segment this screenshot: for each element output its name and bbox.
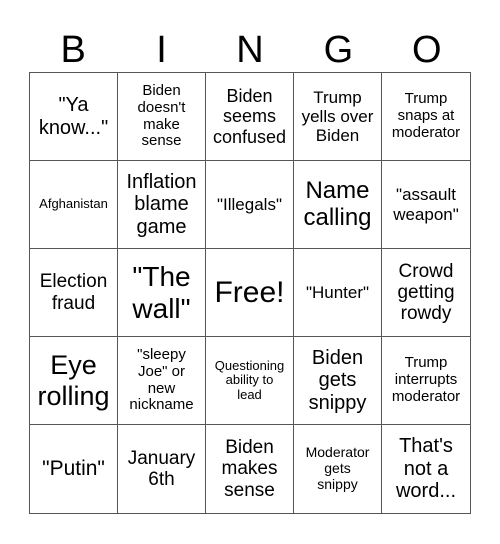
bingo-cell[interactable]: Biden gets snippy <box>294 337 382 425</box>
cell-text: "sleepy Joe" or new nickname <box>129 345 194 414</box>
cell-text: Free! <box>214 275 285 309</box>
bingo-cell[interactable]: "Ya know..." <box>30 73 118 161</box>
bingo-cell[interactable]: Trump interrupts moderator <box>382 337 470 425</box>
bingo-cell[interactable]: "Hunter" <box>294 249 382 337</box>
free-space-cell[interactable]: Free! <box>206 249 294 337</box>
cell-text: "Hunter" <box>305 282 370 302</box>
bingo-cell[interactable]: "Illegals" <box>206 161 294 249</box>
cell-text: Eye rolling <box>37 350 110 411</box>
bingo-cell[interactable]: Election fraud <box>30 249 118 337</box>
bingo-cell[interactable]: "Putin" <box>30 425 118 513</box>
cell-text: That's not a word... <box>395 435 457 503</box>
cell-text: Election fraud <box>39 271 108 314</box>
bingo-cell[interactable]: Eye rolling <box>30 337 118 425</box>
header-letter-g: G <box>323 29 354 71</box>
bingo-cell[interactable]: Biden doesn't make sense <box>118 73 206 161</box>
bingo-header: B I N G O <box>29 28 471 72</box>
bingo-cell[interactable]: "The wall" <box>118 249 206 337</box>
cell-text: Inflation blame game <box>126 170 197 238</box>
bingo-cell[interactable]: January 6th <box>118 425 206 513</box>
bingo-cell[interactable]: Name calling <box>294 161 382 249</box>
cell-text: Trump yells over Biden <box>301 87 374 146</box>
cell-text: Trump interrupts moderator <box>391 354 461 405</box>
cell-text: Trump snaps at moderator <box>391 90 461 141</box>
bingo-cell[interactable]: Biden makes sense <box>206 425 294 513</box>
cell-text: Crowd getting rowdy <box>397 260 455 325</box>
bingo-cell[interactable]: Questioning ability to lead <box>206 337 294 425</box>
bingo-cell[interactable]: Moderator gets snippy <box>294 425 382 513</box>
header-letter-o: O <box>411 29 442 71</box>
cell-text: Name calling <box>303 176 372 231</box>
bingo-cell[interactable]: Afghanistan <box>30 161 118 249</box>
cell-text: "assault weapon" <box>393 185 459 224</box>
bingo-board: "Ya know..." Biden doesn't make sense Bi… <box>29 72 471 514</box>
cell-text: Afghanistan <box>39 196 108 212</box>
bingo-cell[interactable]: That's not a word... <box>382 425 470 513</box>
bingo-cell[interactable]: Crowd getting rowdy <box>382 249 470 337</box>
cell-text: "Putin" <box>42 457 105 481</box>
bingo-cell[interactable]: Trump snaps at moderator <box>382 73 470 161</box>
bingo-cell[interactable]: "assault weapon" <box>382 161 470 249</box>
cell-text: Biden gets snippy <box>308 346 367 414</box>
cell-text: Biden seems confused <box>212 86 287 147</box>
bingo-cell[interactable]: Biden seems confused <box>206 73 294 161</box>
cell-text: "Illegals" <box>217 194 282 214</box>
bingo-cell[interactable]: "sleepy Joe" or new nickname <box>118 337 206 425</box>
header-letter-b: B <box>60 29 86 71</box>
header-letter-n: N <box>236 29 264 71</box>
cell-text: "The wall" <box>132 261 191 324</box>
cell-text: "Ya know..." <box>38 94 109 139</box>
bingo-cell[interactable]: Trump yells over Biden <box>294 73 382 161</box>
cell-text: Biden makes sense <box>221 437 278 501</box>
bingo-cell[interactable]: Inflation blame game <box>118 161 206 249</box>
cell-text: January 6th <box>127 447 196 490</box>
cell-text: Questioning ability to lead <box>214 357 285 402</box>
cell-text: Biden doesn't make sense <box>137 81 186 150</box>
cell-text: Moderator gets snippy <box>305 444 370 492</box>
header-letter-i: I <box>156 29 167 71</box>
